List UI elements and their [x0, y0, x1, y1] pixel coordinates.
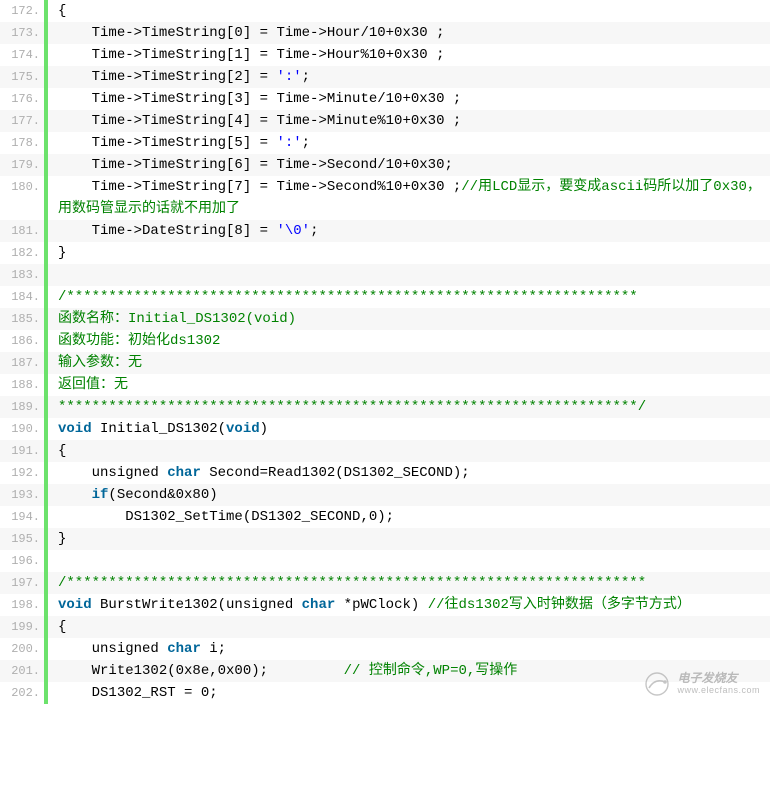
code-content: }	[48, 242, 770, 264]
code-line: 175. Time->TimeString[2] = ':';	[0, 66, 770, 88]
code-content: 函数功能：初始化ds1302	[48, 330, 770, 352]
code-content: void BurstWrite1302(unsigned char *pWClo…	[48, 594, 770, 616]
code-content: void Initial_DS1302(void)	[48, 418, 770, 440]
code-listing: 172.{173. Time->TimeString[0] = Time->Ho…	[0, 0, 770, 704]
code-content: Time->TimeString[3] = Time->Minute/10+0x…	[48, 88, 770, 110]
code-content: Time->TimeString[2] = ':';	[48, 66, 770, 88]
code-line: 177. Time->TimeString[4] = Time->Minute%…	[0, 110, 770, 132]
code-content: 输入参数：无	[48, 352, 770, 374]
code-line: 182.}	[0, 242, 770, 264]
line-number: 185.	[0, 308, 44, 330]
line-number: 188.	[0, 374, 44, 396]
code-line: 176. Time->TimeString[3] = Time->Minute/…	[0, 88, 770, 110]
line-number: 175.	[0, 66, 44, 88]
code-line: 179. Time->TimeString[6] = Time->Second/…	[0, 154, 770, 176]
code-line: 188.返回值：无	[0, 374, 770, 396]
line-number: 195.	[0, 528, 44, 550]
code-line: 185.函数名称：Initial_DS1302(void)	[0, 308, 770, 330]
code-content: if(Second&0x80)	[48, 484, 770, 506]
change-bar	[44, 264, 48, 286]
code-content: Time->TimeString[0] = Time->Hour/10+0x30…	[48, 22, 770, 44]
line-number: 192.	[0, 462, 44, 484]
code-line: 181. Time->DateString[8] = '\0';	[0, 220, 770, 242]
code-line: 178. Time->TimeString[5] = ':';	[0, 132, 770, 154]
line-number: 197.	[0, 572, 44, 594]
line-number: 178.	[0, 132, 44, 154]
line-number: 173.	[0, 22, 44, 44]
change-bar	[44, 550, 48, 572]
code-content: Time->TimeString[6] = Time->Second/10+0x…	[48, 154, 770, 176]
code-line: 198.void BurstWrite1302(unsigned char *p…	[0, 594, 770, 616]
code-line: 189.************************************…	[0, 396, 770, 418]
line-number: 189.	[0, 396, 44, 418]
code-content: 函数名称：Initial_DS1302(void)	[48, 308, 770, 330]
code-line: 192. unsigned char Second=Read1302(DS130…	[0, 462, 770, 484]
code-content: {	[48, 440, 770, 462]
code-line: 183.	[0, 264, 770, 286]
code-line: 191.{	[0, 440, 770, 462]
line-number: 199.	[0, 616, 44, 638]
code-line: 172.{	[0, 0, 770, 22]
code-line: 180. Time->TimeString[7] = Time->Second%…	[0, 176, 770, 220]
line-number: 187.	[0, 352, 44, 374]
code-content: Time->TimeString[1] = Time->Hour%10+0x30…	[48, 44, 770, 66]
line-number: 200.	[0, 638, 44, 660]
code-line: 196.	[0, 550, 770, 572]
line-number: 181.	[0, 220, 44, 242]
watermark-url: www.elecfans.com	[677, 684, 760, 696]
line-number: 176.	[0, 88, 44, 110]
line-number: 198.	[0, 594, 44, 616]
code-content: ****************************************…	[48, 396, 770, 418]
code-line: 195.}	[0, 528, 770, 550]
line-number: 182.	[0, 242, 44, 264]
code-content: DS1302_SetTime(DS1302_SECOND,0);	[48, 506, 770, 528]
code-content: Time->TimeString[4] = Time->Minute%10+0x…	[48, 110, 770, 132]
code-line: 194. DS1302_SetTime(DS1302_SECOND,0);	[0, 506, 770, 528]
line-number: 202.	[0, 682, 44, 704]
code-content: unsigned char Second=Read1302(DS1302_SEC…	[48, 462, 770, 484]
code-content: /***************************************…	[48, 286, 770, 308]
code-content: Time->DateString[8] = '\0';	[48, 220, 770, 242]
line-number: 201.	[0, 660, 44, 682]
line-number: 184.	[0, 286, 44, 308]
watermark: 电子发烧友 www.elecfans.com	[643, 670, 760, 698]
code-content: Time->TimeString[7] = Time->Second%10+0x…	[48, 176, 770, 220]
code-line: 200. unsigned char i;	[0, 638, 770, 660]
logo-icon	[643, 670, 671, 698]
line-number: 186.	[0, 330, 44, 352]
code-line: 197./***********************************…	[0, 572, 770, 594]
code-content: /***************************************…	[48, 572, 770, 594]
line-number: 191.	[0, 440, 44, 462]
watermark-title: 电子发烧友	[677, 672, 760, 684]
line-number: 194.	[0, 506, 44, 528]
code-line: 187.输入参数：无	[0, 352, 770, 374]
code-content: unsigned char i;	[48, 638, 770, 660]
code-line: 173. Time->TimeString[0] = Time->Hour/10…	[0, 22, 770, 44]
line-number: 177.	[0, 110, 44, 132]
line-number: 180.	[0, 176, 44, 198]
code-content: 返回值：无	[48, 374, 770, 396]
code-content: {	[48, 0, 770, 22]
code-line: 193. if(Second&0x80)	[0, 484, 770, 506]
line-number: 196.	[0, 550, 44, 572]
line-number: 179.	[0, 154, 44, 176]
line-number: 190.	[0, 418, 44, 440]
code-content: {	[48, 616, 770, 638]
code-line: 199.{	[0, 616, 770, 638]
code-line: 184./***********************************…	[0, 286, 770, 308]
code-line: 174. Time->TimeString[1] = Time->Hour%10…	[0, 44, 770, 66]
code-line: 190.void Initial_DS1302(void)	[0, 418, 770, 440]
line-number: 172.	[0, 0, 44, 22]
code-content: }	[48, 528, 770, 550]
line-number: 193.	[0, 484, 44, 506]
line-number: 183.	[0, 264, 44, 286]
code-content: Time->TimeString[5] = ':';	[48, 132, 770, 154]
line-number: 174.	[0, 44, 44, 66]
code-line: 186.函数功能：初始化ds1302	[0, 330, 770, 352]
